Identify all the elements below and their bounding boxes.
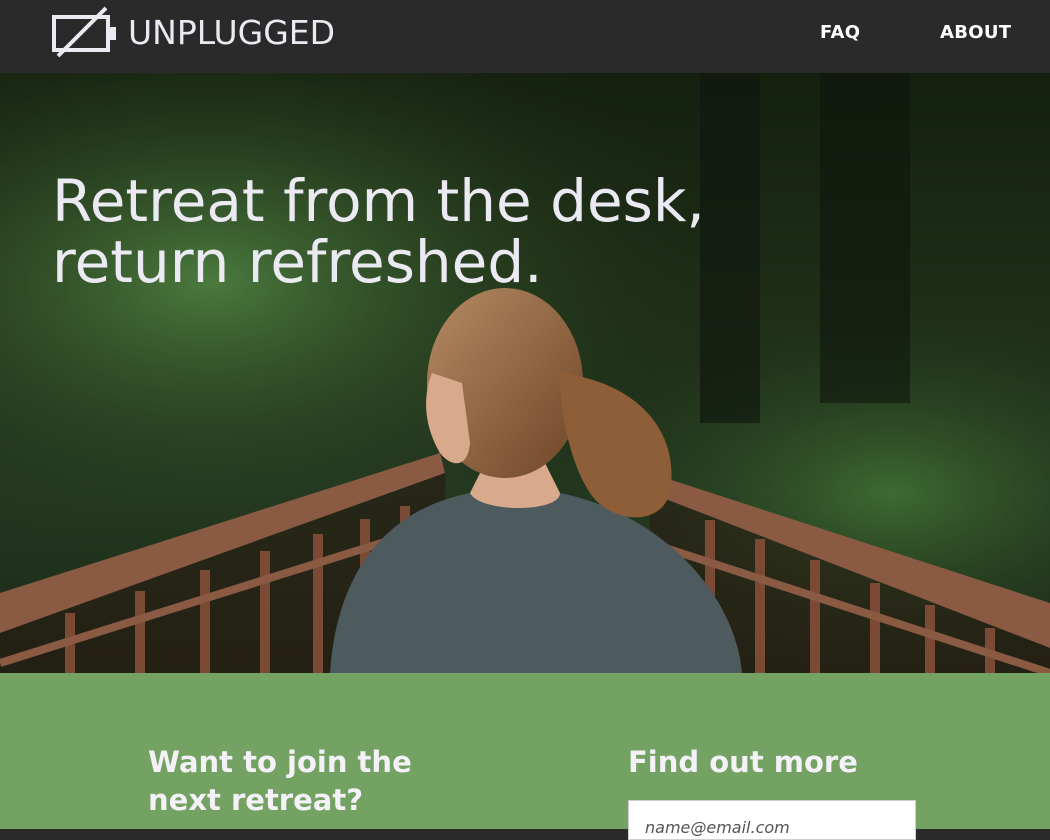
join-heading: Want to join the next retreat? — [148, 745, 412, 817]
nav-link-faq[interactable]: FAQ — [820, 22, 860, 43]
hero-banner: Retreat from the desk, return refreshed. — [0, 73, 1050, 673]
signup-section: Want to join the next retreat? Find out … — [0, 673, 1050, 840]
hero-headline-line-2: return refreshed. — [52, 228, 543, 296]
nav-link-about[interactable]: ABOUT — [940, 22, 1011, 43]
email-input[interactable] — [628, 800, 916, 840]
brand-name: UNPLUGGED — [128, 13, 336, 52]
battery-off-icon — [52, 6, 116, 58]
brand-logo[interactable]: UNPLUGGED — [52, 6, 335, 60]
hero-photo — [0, 73, 1050, 673]
hero-headline-line-1: Retreat from the desk, — [52, 167, 705, 235]
find-out-more-heading: Find out more — [628, 745, 858, 779]
hero-headline: Retreat from the desk, return refreshed. — [52, 171, 812, 293]
site-header: UNPLUGGED FAQ ABOUT — [0, 0, 1050, 73]
